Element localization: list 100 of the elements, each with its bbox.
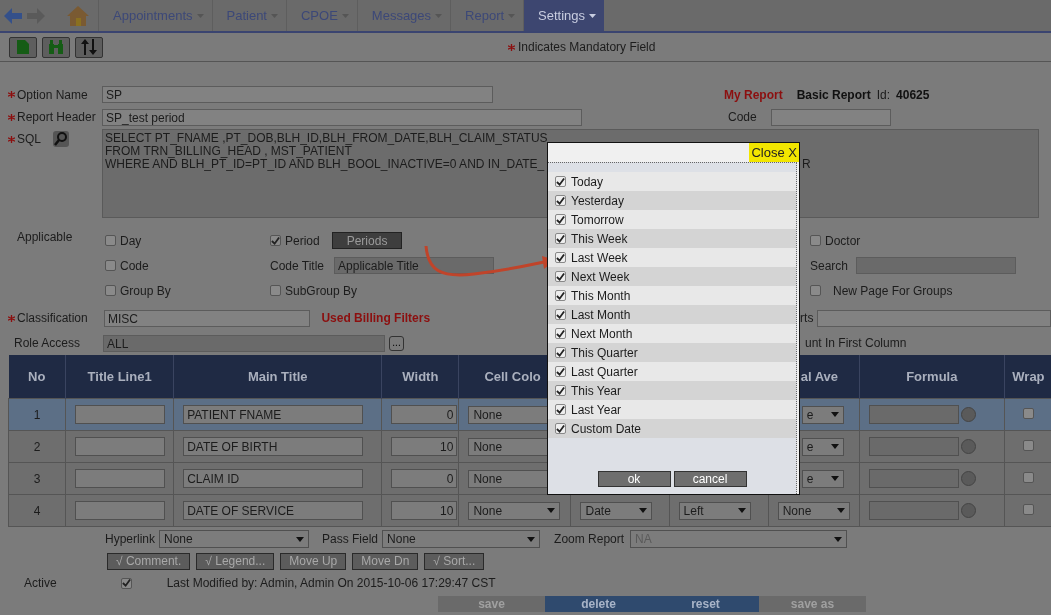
dropdown[interactable]: None [382,530,541,548]
checkbox[interactable] [555,423,566,434]
action-button[interactable]: √ Sort... [424,552,485,570]
checkbox[interactable] [105,260,116,271]
list-row[interactable]: Last Year [548,400,796,419]
checkbox[interactable] [270,235,281,246]
checkbox[interactable] [270,285,281,296]
list-row[interactable]: Today [548,172,796,191]
list-row[interactable]: This Week [548,229,796,248]
search-icon[interactable] [53,131,69,147]
text-field[interactable]: SP [102,86,493,103]
list-row[interactable]: This Quarter [548,343,796,362]
input-field[interactable] [817,309,1051,327]
number-field[interactable]: 0 [391,469,458,488]
formula-field[interactable] [868,501,959,520]
more-button[interactable] [960,407,976,422]
action-button[interactable]: delete [545,596,652,612]
checkbox[interactable] [810,235,821,246]
new-document-button[interactable] [9,36,37,58]
close-button[interactable]: Close X [749,143,799,162]
number-field[interactable]: 10 [391,501,458,520]
dropdown[interactable]: Left [678,501,751,520]
text-field[interactable]: DATE OF BIRTH [183,437,364,456]
input-field[interactable] [75,501,166,520]
dropdown[interactable]: None [468,501,561,520]
checkbox[interactable] [555,195,566,206]
more-button[interactable]: ... [389,335,404,351]
binoculars-button[interactable] [42,36,70,58]
action-button[interactable]: reset [652,596,759,612]
text-field[interactable]: DATE OF SERVICE [183,501,364,520]
input-field[interactable] [75,469,166,488]
checkbox[interactable] [555,252,566,263]
formula-field[interactable] [868,437,959,456]
text-field[interactable]: CLAIM ID [183,469,364,488]
list-row[interactable]: Last Week [548,248,796,267]
search-field[interactable] [856,257,1017,274]
option-label: Next Week [571,269,630,284]
dropdown[interactable]: e [801,405,844,424]
checkbox[interactable] [555,328,566,339]
input-field[interactable] [770,108,891,126]
checkbox[interactable] [555,271,566,282]
action-button[interactable]: √ Legend... [196,552,275,570]
my-report-link[interactable]: My Report [724,87,783,102]
list-row[interactable]: This Month [548,286,796,305]
formula-field[interactable] [868,405,959,424]
dialog-button[interactable]: cancel [673,471,747,487]
more-button[interactable] [960,503,976,518]
number-field[interactable]: 0 [391,405,458,424]
dialog-button[interactable]: ok [597,471,671,487]
text-field[interactable]: PATIENT FNAME [183,405,364,424]
checkbox[interactable] [555,233,566,244]
text-field[interactable]: SP_test period [102,108,582,126]
list-row[interactable]: Next Month [548,324,796,343]
list-row[interactable]: Yesterday [548,191,796,210]
list-row[interactable]: Last Month [548,305,796,324]
checkbox[interactable] [105,235,116,246]
checkbox[interactable] [555,404,566,415]
dropdown[interactable]: e [801,437,844,456]
checkbox[interactable] [555,366,566,377]
checkbox[interactable] [1022,471,1034,483]
action-button[interactable]: Move Up [280,552,347,570]
more-button[interactable] [960,439,976,454]
checkbox[interactable] [1022,407,1034,419]
checkbox[interactable] [555,347,566,358]
dropdown[interactable]: None [159,530,309,548]
home-icon[interactable] [66,4,90,27]
table-row[interactable]: 4 DATE OF SERVICE 10 None Date Left None [8,494,1051,527]
billing-filters-link[interactable]: Used Billing Filters [321,311,431,325]
more-button[interactable] [960,471,976,486]
number-field[interactable]: 10 [391,437,458,456]
text-field[interactable]: ALL [103,334,385,352]
checkbox[interactable] [810,285,821,296]
text-field[interactable]: MISC [104,309,311,327]
text-field[interactable]: Applicable Title [334,257,495,274]
action-button[interactable]: Move Dn [352,552,419,570]
checkbox[interactable] [105,285,116,296]
list-row[interactable]: Last Quarter [548,362,796,381]
menu-tab[interactable]: Settings [523,0,605,31]
dropdown[interactable]: None [777,501,850,520]
list-row[interactable]: Tomorrow [548,210,796,229]
checkbox[interactable] [555,214,566,225]
periods-button[interactable]: Periods [331,232,403,249]
checkbox[interactable] [555,290,566,301]
checkbox[interactable] [555,385,566,396]
back-arrow-icon[interactable] [3,6,23,25]
dropdown[interactable]: Date [580,501,653,520]
checkbox[interactable] [555,176,566,187]
checkbox[interactable] [1022,503,1034,515]
input-field[interactable] [75,405,166,424]
list-row[interactable]: This Year [548,381,796,400]
action-button[interactable]: √ Comment. [107,552,191,570]
input-field[interactable] [75,437,166,456]
list-row[interactable]: Next Week [548,267,796,286]
checkbox[interactable] [120,577,132,589]
formula-field[interactable] [868,469,959,488]
checkbox[interactable] [555,309,566,320]
dropdown[interactable]: e [801,469,844,488]
list-row[interactable]: Custom Date [548,419,796,438]
checkbox[interactable] [1022,439,1034,451]
sort-arrows-button[interactable] [75,36,103,58]
